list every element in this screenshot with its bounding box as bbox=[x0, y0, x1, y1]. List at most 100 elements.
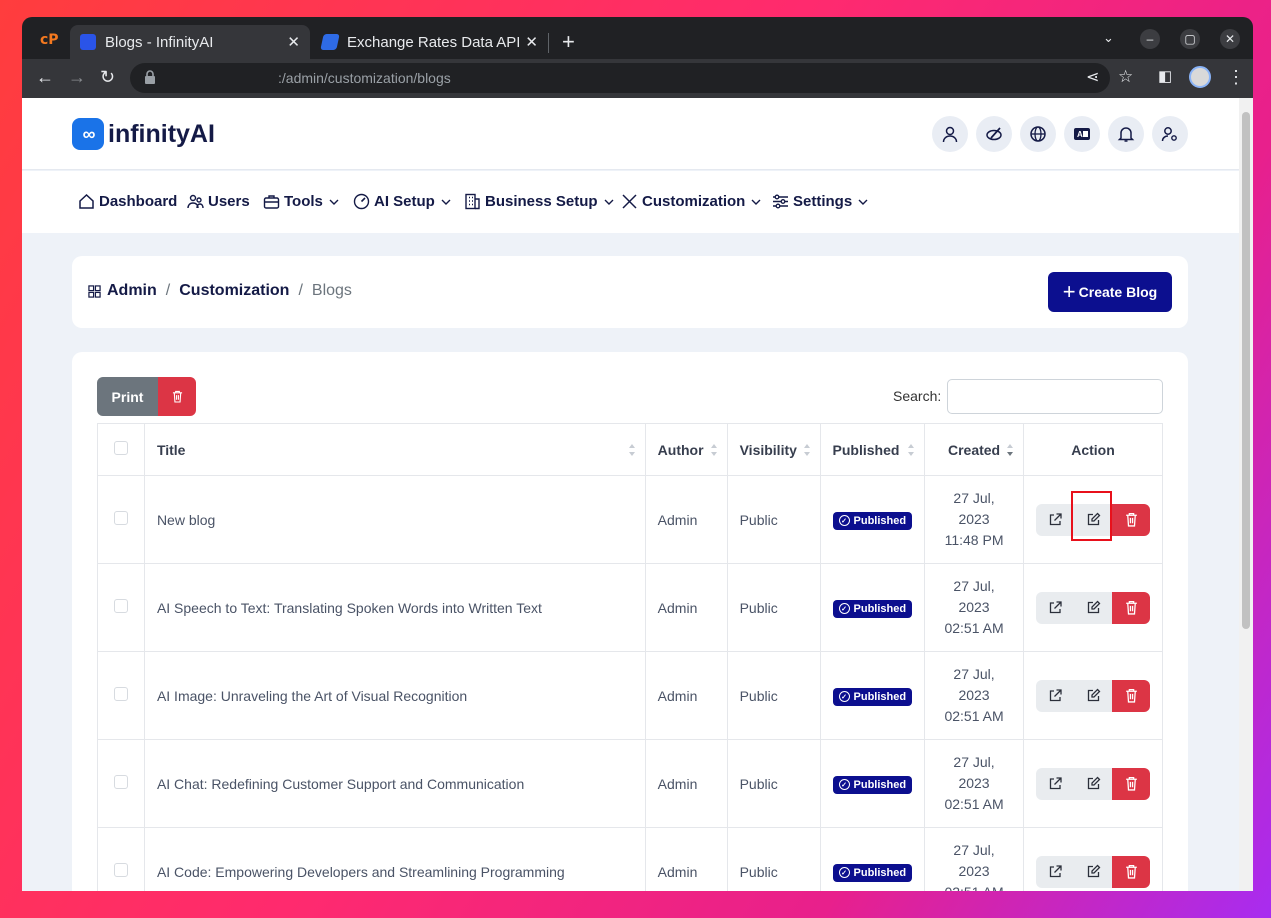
create-blog-label: Create Blog bbox=[1078, 284, 1158, 300]
row-checkbox[interactable] bbox=[113, 775, 128, 789]
maximize-icon[interactable]: ▢ bbox=[1180, 29, 1200, 49]
browser-menu-icon[interactable]: ⋮ bbox=[1227, 67, 1245, 88]
column-created-label: Created bbox=[947, 441, 1001, 458]
close-window-icon[interactable]: ✕ bbox=[1220, 29, 1240, 49]
delete-button[interactable] bbox=[1112, 855, 1150, 888]
user-icon[interactable] bbox=[932, 116, 968, 152]
logo-text: infinityAI bbox=[108, 119, 215, 148]
gauge-icon bbox=[353, 193, 370, 210]
print-button[interactable]: Print bbox=[97, 377, 158, 416]
nav-label: AI Setup bbox=[374, 193, 435, 210]
nav-label: Users bbox=[208, 193, 250, 210]
column-title-label: Title bbox=[156, 441, 186, 458]
side-panel-icon[interactable]: ◧ bbox=[1158, 67, 1172, 85]
edit-button[interactable] bbox=[1074, 679, 1112, 712]
paint-brush-icon[interactable] bbox=[976, 116, 1012, 152]
profile-avatar[interactable] bbox=[1189, 66, 1211, 88]
title-cell: AI Code: Empowering Developers and Strea… bbox=[143, 827, 646, 891]
tab-blogs[interactable]: Blogs - InfinityAI ✕ bbox=[70, 25, 310, 59]
row-select-cell bbox=[97, 563, 145, 652]
url-text: :/admin/customization/blogs bbox=[278, 70, 451, 86]
user-settings-icon[interactable] bbox=[1152, 116, 1188, 152]
created-cell: 27 Jul, 2023 11:48 PM bbox=[924, 475, 1024, 564]
minimize-icon[interactable]: – bbox=[1140, 29, 1160, 49]
edit-button[interactable] bbox=[1074, 591, 1112, 624]
delete-button[interactable] bbox=[1112, 679, 1150, 712]
app-logo[interactable]: ∞ infinityAI bbox=[72, 118, 215, 150]
reload-icon[interactable]: ↻ bbox=[100, 67, 115, 88]
trash-icon bbox=[1125, 512, 1137, 527]
share-icon[interactable]: ⋖ bbox=[1086, 67, 1099, 87]
tab-exchange-rates[interactable]: Exchange Rates Data API ✕ bbox=[312, 25, 548, 59]
column-author[interactable]: Author bbox=[644, 423, 728, 476]
nav-ai-setup[interactable]: AI Setup bbox=[353, 193, 452, 210]
status-badge: ✓ Published bbox=[832, 687, 913, 706]
nav-users[interactable]: Users bbox=[187, 193, 250, 210]
view-button[interactable] bbox=[1036, 767, 1074, 800]
address-bar[interactable]: :/admin/customization/blogs bbox=[130, 63, 1110, 93]
nav-dashboard[interactable]: Dashboard bbox=[78, 193, 177, 210]
column-title[interactable]: Title bbox=[143, 423, 646, 476]
created-year: 2023 bbox=[958, 775, 990, 791]
created-date: 27 Jul, bbox=[953, 842, 995, 858]
delete-button[interactable] bbox=[1112, 503, 1150, 536]
nav-business-setup[interactable]: Business Setup bbox=[464, 193, 615, 210]
chevron-down-icon bbox=[604, 199, 614, 205]
breadcrumb-blogs: Blogs bbox=[311, 282, 352, 299]
tab-search-icon[interactable]: ⌄ bbox=[1103, 30, 1114, 46]
page-scrollbar[interactable] bbox=[1239, 98, 1253, 891]
close-tab-icon[interactable]: ✕ bbox=[287, 33, 300, 51]
row-checkbox[interactable] bbox=[113, 687, 128, 701]
back-icon[interactable]: ← bbox=[36, 67, 54, 88]
select-all-checkbox[interactable] bbox=[113, 441, 128, 455]
scrollbar-thumb[interactable] bbox=[1242, 112, 1250, 629]
apilayer-favicon-icon bbox=[320, 34, 340, 50]
view-button[interactable] bbox=[1036, 503, 1074, 536]
view-button[interactable] bbox=[1036, 855, 1074, 888]
bulk-delete-button[interactable] bbox=[158, 377, 196, 416]
tab-title: Blogs - InfinityAI bbox=[105, 33, 214, 51]
edit-button[interactable] bbox=[1074, 855, 1112, 888]
column-visibility[interactable]: Visibility bbox=[726, 423, 821, 476]
row-checkbox[interactable] bbox=[113, 511, 128, 525]
row-select-cell bbox=[97, 651, 145, 740]
search-input[interactable] bbox=[947, 379, 1163, 414]
edit-button[interactable] bbox=[1074, 767, 1112, 800]
bookmark-star-icon[interactable]: ☆ bbox=[1118, 67, 1133, 87]
published-cell: ✓ Published bbox=[819, 827, 926, 891]
created-cell: 27 Jul, 2023 02:51 AM bbox=[924, 739, 1024, 828]
nav-tools[interactable]: Tools bbox=[263, 193, 340, 210]
view-button[interactable] bbox=[1036, 679, 1074, 712]
forward-icon[interactable]: → bbox=[68, 67, 86, 88]
create-blog-button[interactable]: + Create Blog bbox=[1048, 272, 1172, 312]
nav-settings[interactable]: Settings bbox=[772, 193, 869, 210]
created-time: 11:48 PM bbox=[944, 532, 1004, 548]
sort-icon bbox=[908, 444, 915, 456]
external-link-icon bbox=[1049, 513, 1062, 526]
breadcrumb-admin[interactable]: Admin bbox=[107, 282, 157, 300]
close-tab-icon[interactable]: ✕ bbox=[525, 33, 538, 51]
new-tab-button[interactable]: + bbox=[562, 29, 575, 55]
view-button[interactable] bbox=[1036, 591, 1074, 624]
title-cell: AI Chat: Redefining Customer Support and… bbox=[143, 739, 646, 828]
check-circle-icon: ✓ bbox=[838, 515, 850, 526]
row-checkbox[interactable] bbox=[113, 599, 128, 613]
breadcrumb-customization[interactable]: Customization bbox=[179, 282, 289, 300]
column-published[interactable]: Published bbox=[819, 423, 926, 476]
table-header-row: Title Author Visibility Published Create… bbox=[97, 423, 1163, 476]
language-icon[interactable]: A bbox=[1064, 116, 1100, 152]
nav-customization[interactable]: Customization bbox=[621, 193, 762, 210]
bell-icon[interactable] bbox=[1108, 116, 1144, 152]
created-cell: 27 Jul, 2023 02:51 AM bbox=[924, 563, 1024, 652]
row-checkbox[interactable] bbox=[113, 863, 128, 877]
globe-icon[interactable] bbox=[1020, 116, 1056, 152]
edit-icon bbox=[1087, 600, 1100, 614]
author-cell: Admin bbox=[644, 563, 728, 652]
delete-button[interactable] bbox=[1112, 591, 1150, 624]
cpanel-icon[interactable]: cP bbox=[40, 32, 59, 48]
delete-button[interactable] bbox=[1112, 767, 1150, 800]
action-cell bbox=[1023, 827, 1163, 891]
column-created[interactable]: Created bbox=[924, 423, 1024, 476]
briefcase-icon bbox=[263, 195, 280, 209]
visibility-cell: Public bbox=[726, 739, 821, 828]
